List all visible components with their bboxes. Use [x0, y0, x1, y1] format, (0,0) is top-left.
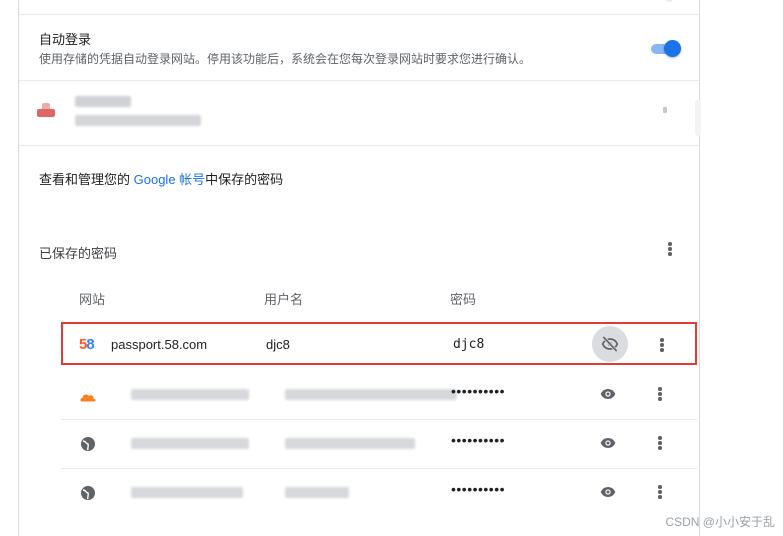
58-logo-icon: 58	[79, 336, 95, 353]
row-site-blurred[interactable]	[131, 438, 249, 449]
row-more-icon[interactable]	[651, 483, 669, 501]
watermark: CSDN @小小安于乱	[665, 515, 775, 529]
top-indicator	[665, 0, 673, 2]
row-password-masked: ••••••••••	[451, 432, 506, 448]
row-site-blurred[interactable]	[131, 389, 249, 400]
account-name-blurred	[75, 96, 131, 107]
account-more-icon[interactable]	[663, 107, 667, 113]
account-row[interactable]	[19, 81, 699, 146]
show-password-button[interactable]	[590, 425, 626, 461]
eye-icon	[600, 438, 616, 448]
autologin-description: 使用存储的凭据自动登录网站。停用该功能后，系统会在您每次登录网站时要求您进行确认…	[39, 52, 532, 66]
autologin-title: 自动登录	[39, 32, 92, 47]
account-avatar-icon	[37, 103, 55, 117]
password-row: ••••••••••	[61, 420, 697, 469]
toggle-knob	[664, 40, 681, 57]
password-row: ••••••••••	[61, 469, 697, 517]
show-password-button[interactable]	[590, 376, 626, 412]
globe-icon	[81, 486, 95, 500]
globe-icon	[81, 437, 95, 451]
settings-card: 自动登录 使用存储的凭据自动登录网站。停用该功能后，系统会在您每次登录网站时要求…	[18, 0, 701, 536]
google-account-link[interactable]: Google 帐号	[134, 172, 206, 187]
autologin-section: 自动登录 使用存储的凭据自动登录网站。停用该功能后，系统会在您每次登录网站时要求…	[19, 15, 699, 81]
row-username-blurred	[285, 389, 457, 400]
eye-icon	[600, 389, 616, 399]
row-password: djc8	[453, 337, 485, 352]
row-password-masked: ••••••••••	[451, 383, 506, 399]
eye-icon	[600, 487, 616, 497]
row-more-icon[interactable]	[651, 385, 669, 403]
row-more-icon[interactable]	[651, 434, 669, 452]
saved-passwords-title: 已保存的密码	[39, 246, 118, 261]
manage-prefix: 查看和管理您的	[39, 172, 134, 187]
column-header-site: 网站	[79, 292, 106, 307]
top-strip	[19, 0, 699, 15]
autologin-toggle[interactable]	[649, 40, 681, 58]
cloud-icon	[80, 394, 96, 402]
row-site-blurred[interactable]	[131, 487, 243, 498]
show-password-button[interactable]	[590, 474, 626, 510]
hide-password-button[interactable]	[592, 326, 628, 362]
row-site[interactable]: passport.58.com	[111, 337, 207, 352]
row-more-icon[interactable]	[653, 336, 671, 354]
manage-passwords-text: 查看和管理您的 Google 帐号中保存的密码	[39, 169, 283, 188]
row-username-blurred	[285, 438, 415, 449]
column-header-password: 密码	[450, 292, 477, 307]
row-username: djc8	[266, 337, 290, 352]
password-row: 58 passport.58.com djc8 djc8	[61, 322, 697, 365]
saved-passwords-more-icon[interactable]	[661, 240, 679, 258]
scrollbar-thumb[interactable]	[695, 100, 701, 136]
account-email-blurred	[75, 115, 201, 126]
eye-off-icon	[601, 335, 619, 353]
column-header-username: 用户名	[264, 292, 304, 307]
manage-suffix: 中保存的密码	[205, 172, 284, 187]
password-row: ••••••••••	[61, 371, 697, 420]
row-password-masked: ••••••••••	[451, 481, 506, 497]
row-username-blurred	[285, 487, 349, 498]
